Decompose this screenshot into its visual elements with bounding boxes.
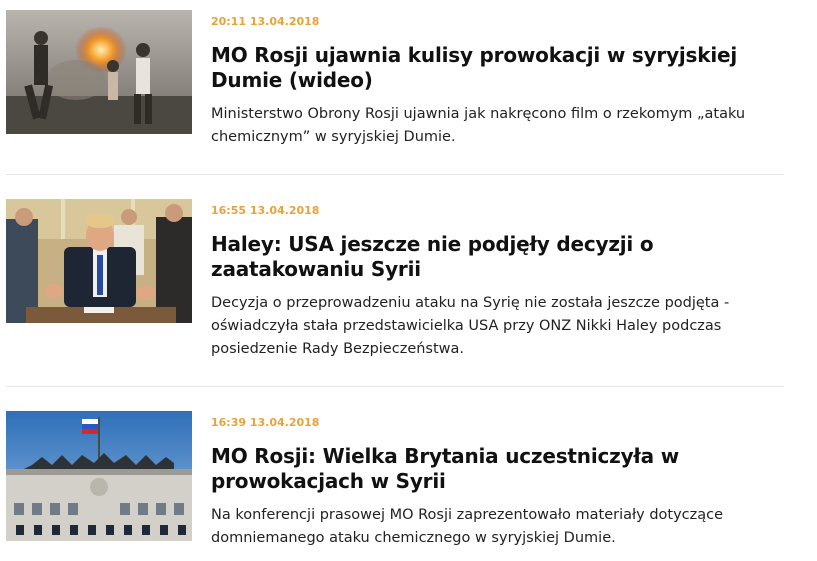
divider [6, 174, 784, 175]
article-lead: Na konferencji prasowej MO Rosji zapreze… [211, 507, 724, 546]
article-lead: Decyzja o przeprowadzeniu ataku na Syrię… [211, 295, 730, 357]
article-datetime: 16:39 13.04.2018 [211, 416, 320, 429]
article-photo-press-conference [6, 199, 192, 323]
article-text: 16:39 13.04.2018 MO Rosji: Wielka Brytan… [211, 411, 786, 550]
article-title-link[interactable]: MO Rosji ujawnia kulisy prowokacji w syr… [211, 43, 786, 93]
article-text: 16:55 13.04.2018 Haley: USA jeszcze nie … [211, 199, 786, 361]
article-datetime: 16:55 13.04.2018 [211, 204, 320, 217]
article-text: 20:11 13.04.2018 MO Rosji ujawnia kulisy… [211, 10, 786, 149]
article-lead: Ministerstwo Obrony Rosji ujawnia jak na… [211, 106, 746, 145]
article-datetime: 20:11 13.04.2018 [211, 15, 320, 28]
article-photo-ministry-building [6, 411, 192, 541]
divider [6, 386, 784, 387]
article-title-link[interactable]: MO Rosji: Wielka Brytania uczestniczyła … [211, 444, 786, 494]
news-item: 16:39 13.04.2018 MO Rosji: Wielka Brytan… [6, 411, 784, 561]
news-item: 20:11 13.04.2018 MO Rosji ujawnia kulisy… [6, 10, 784, 175]
news-list: 20:11 13.04.2018 MO Rosji ujawnia kulisy… [0, 0, 817, 555]
article-thumbnail[interactable] [6, 411, 192, 541]
article-title-link[interactable]: Haley: USA jeszcze nie podjęły decyzji o… [211, 232, 786, 282]
article-thumbnail[interactable] [6, 199, 192, 323]
news-item: 16:55 13.04.2018 Haley: USA jeszcze nie … [6, 199, 784, 387]
article-thumbnail[interactable] [6, 10, 192, 134]
article-photo-explosion [6, 10, 192, 134]
